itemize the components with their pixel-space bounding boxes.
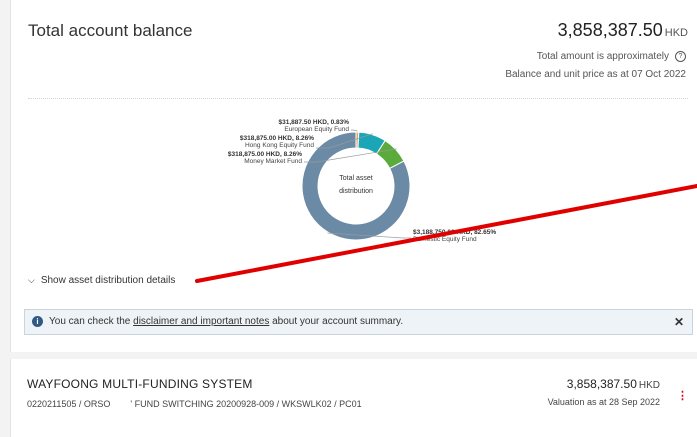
slice-amount-label: $3,188,750.00 HKD, 82.65% [413, 229, 496, 236]
show-details-label: Show asset distribution details [40, 275, 176, 286]
account-line: 0220211505 / ORSO ' FUND SWITCHING 20200… [27, 399, 362, 409]
account-amount: 3,858,387.50 [566, 377, 637, 391]
account-card[interactable]: WAYFOONG MULTI-FUNDING SYSTEM 0220211505… [10, 359, 697, 437]
slice-name-label: Money Market Fund [244, 158, 302, 165]
slice-name-label: Hong Kong Equity Fund [245, 142, 314, 149]
slice-name-label: Domestic Equity Fund [413, 236, 477, 243]
notice-suffix: about your account summary. [272, 316, 404, 327]
asset-distribution-chart: $31,887.50 HKD, 0.83%European Equity Fun… [228, 119, 496, 243]
slice-amount-label: $318,875.00 HKD, 8.26% [228, 151, 302, 158]
account-currency: HKD [638, 380, 660, 391]
account-balance: 3,858,387.50 HKD [567, 377, 660, 391]
slice-amount-label: $318,875.00 HKD, 8.26% [240, 135, 314, 142]
info-notice: i You can check the disclaimer and impor… [24, 309, 693, 335]
valuation-date: Valuation as at 28 Sep 2022 [547, 397, 660, 407]
chart-center-label-2: distribution [339, 188, 373, 195]
info-icon: i [32, 316, 43, 327]
slice-name-label: European Equity Fund [284, 126, 349, 133]
notice-prefix: You can check the [49, 316, 131, 327]
slice-amount-label: $31,887.50 HKD, 0.83% [279, 119, 350, 126]
chevron-down-icon: ⌵ [28, 275, 35, 285]
show-details-toggle[interactable]: ⌵ Show asset distribution details [28, 275, 175, 286]
disclaimer-link[interactable]: disclaimer and important notes [133, 316, 269, 327]
close-icon[interactable]: ✕ [674, 315, 684, 329]
more-options-icon[interactable]: ⋮ [677, 389, 688, 402]
leader-line [351, 129, 358, 132]
plan-name[interactable]: WAYFOONG MULTI-FUNDING SYSTEM [27, 377, 253, 391]
chart-center-label-1: Total asset [339, 175, 373, 182]
account-summary-card: Total account balance 3,858,387.50 HKD To… [10, 0, 697, 352]
notice-text: You can check the disclaimer and importa… [49, 316, 403, 327]
